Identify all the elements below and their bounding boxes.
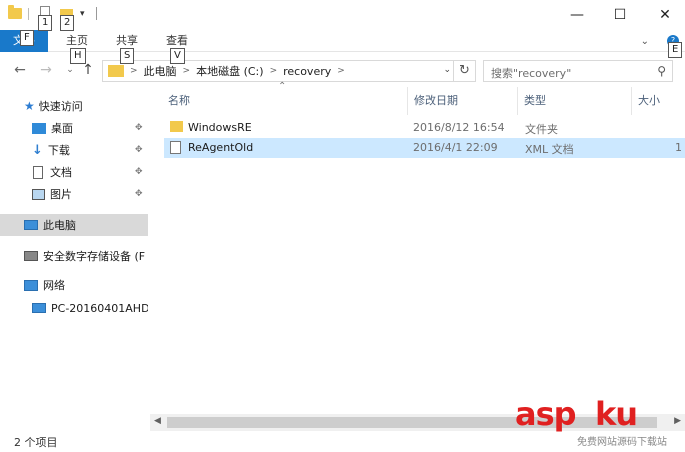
list-item[interactable]: WindowsRE 2016/8/12 16:54 文件夹	[164, 118, 685, 138]
keytip-file: F	[20, 30, 34, 46]
sidebar-item-label: 桌面	[51, 122, 73, 135]
column-header-size[interactable]: 大小	[632, 87, 685, 115]
keytip-view: V	[170, 48, 185, 64]
pictures-icon	[32, 188, 45, 200]
divider	[96, 7, 97, 20]
sidebar-item-label: 此电脑	[43, 219, 76, 232]
keytip-1: 1	[38, 15, 53, 31]
breadcrumb-this-pc[interactable]: 此电脑	[144, 63, 177, 79]
sidebar-item-quick-access[interactable]: ★ 快速访问	[0, 95, 148, 117]
desktop-icon	[32, 122, 46, 134]
watermark: asp ku 免费网站源码下载站	[515, 395, 685, 452]
watermark-brand: asp	[515, 395, 577, 433]
sidebar-item-downloads[interactable]: ↓ 下载 ✥	[0, 139, 148, 161]
pin-icon[interactable]: ✥	[135, 167, 143, 177]
chevron-right-icon[interactable]: >	[183, 66, 191, 76]
breadcrumb-local-disk[interactable]: 本地磁盘 (C:)	[196, 63, 263, 79]
pin-icon[interactable]: ✥	[135, 123, 143, 133]
watermark-subtitle: 免费网站源码下载站	[577, 437, 667, 448]
maximize-button[interactable]: ☐	[600, 0, 640, 30]
computer-icon	[24, 220, 38, 230]
file-type: XML 文档	[525, 143, 574, 156]
navigation-bar: ← → ⌄ ↑ > 此电脑 > 本地磁盘 (C:) > recovery > ⌄…	[0, 55, 685, 87]
sidebar-item-desktop[interactable]: 桌面 ✥	[0, 117, 148, 139]
file-type: 文件夹	[525, 123, 558, 136]
column-header-type[interactable]: 类型	[518, 87, 632, 115]
computer-icon	[32, 303, 46, 313]
refresh-icon[interactable]: ↻	[453, 61, 475, 81]
divider	[28, 8, 29, 20]
pin-icon[interactable]: ✥	[135, 145, 143, 155]
file-name: WindowsRE	[188, 121, 252, 134]
xml-file-icon	[170, 141, 181, 154]
sidebar-item-label: 下载	[47, 144, 70, 157]
search-placeholder[interactable]: 搜索"recovery"	[491, 65, 571, 81]
sidebar-item-sd-device[interactable]: 安全数字存储设备 (F	[0, 245, 148, 267]
file-list: ⌃ 名称 修改日期 类型 大小 WindowsRE 2016/8/12 16:5…	[150, 81, 685, 427]
sidebar-item-pictures[interactable]: 图片 ✥	[0, 183, 148, 205]
item-count: 2 个项目	[14, 436, 58, 449]
list-item[interactable]: ReAgentOld 2016/4/1 22:09 XML 文档 1	[164, 138, 685, 158]
folder-icon[interactable]	[8, 5, 22, 19]
documents-icon	[33, 165, 43, 179]
back-arrow-icon[interactable]: ←	[12, 62, 28, 78]
file-modified: 2016/4/1 22:09	[413, 141, 498, 154]
file-name: ReAgentOld	[188, 141, 254, 154]
recent-locations-icon[interactable]: ⌄	[62, 62, 78, 78]
keytip-share: S	[120, 48, 135, 64]
address-history-icon[interactable]: ⌄	[443, 65, 451, 75]
address-bar[interactable]: > 此电脑 > 本地磁盘 (C:) > recovery > ⌄ ↻	[102, 60, 476, 82]
column-header-name[interactable]: 名称	[162, 87, 408, 115]
download-icon: ↓	[32, 142, 43, 158]
file-modified: 2016/8/12 16:54	[413, 121, 505, 134]
chevron-right-icon[interactable]: >	[337, 66, 345, 76]
watermark-suffix: ku	[595, 395, 638, 433]
title-bar: ▾ 1 2 — ☐ ✕	[0, 0, 685, 31]
sidebar-item-label: 图片	[50, 188, 72, 201]
usb-drive-icon	[24, 251, 38, 261]
chevron-right-icon[interactable]: >	[130, 66, 138, 76]
chevron-right-icon[interactable]: >	[270, 66, 278, 76]
sidebar-item-label: PC-20160401AHD	[51, 301, 148, 315]
network-icon	[24, 279, 38, 291]
forward-arrow-icon[interactable]: →	[38, 62, 54, 78]
expand-ribbon-icon[interactable]: ⌄	[641, 36, 649, 47]
sidebar-item-this-pc[interactable]: 此电脑	[0, 214, 148, 236]
keytip-2: 2	[60, 15, 75, 31]
scroll-left-icon[interactable]: ◀	[154, 416, 161, 426]
sidebar-item-label: 快速访问	[38, 100, 83, 113]
folder-icon	[108, 65, 124, 77]
up-arrow-icon[interactable]: ↑	[80, 62, 96, 78]
sidebar-item-label: 网络	[43, 279, 65, 292]
customize-qat-icon[interactable]: ▾	[80, 9, 85, 19]
folder-icon	[170, 121, 183, 132]
star-icon: ★	[24, 99, 35, 113]
ribbon-tabs: 文件 主页 共享 查看 F H S V ⌄ ? E	[0, 30, 685, 64]
sidebar-item-documents[interactable]: 文档 ✥	[0, 161, 148, 183]
close-button[interactable]: ✕	[645, 0, 685, 30]
column-header-modified[interactable]: 修改日期	[408, 87, 518, 115]
keytip-home: H	[70, 48, 86, 64]
pin-icon[interactable]: ✥	[135, 189, 143, 199]
search-box[interactable]: 搜索"recovery" ⚲	[483, 60, 673, 82]
breadcrumb-recovery[interactable]: recovery	[283, 65, 331, 78]
sidebar-item-label: 文档	[50, 166, 72, 179]
sidebar-item-label: 安全数字存储设备 (F	[43, 250, 146, 263]
file-size: 1	[675, 141, 682, 154]
minimize-button[interactable]: —	[557, 0, 597, 30]
sidebar-item-pc[interactable]: PC-20160401AHD	[0, 297, 148, 319]
sidebar-item-network[interactable]: 网络	[0, 274, 148, 296]
keytip-help: E	[668, 42, 683, 58]
navigation-pane: ★ 快速访问 桌面 ✥ ↓ 下载 ✥ 文档 ✥ 图片 ✥ 此电脑 安全数字存储设…	[0, 87, 150, 427]
search-icon[interactable]: ⚲	[657, 64, 666, 78]
